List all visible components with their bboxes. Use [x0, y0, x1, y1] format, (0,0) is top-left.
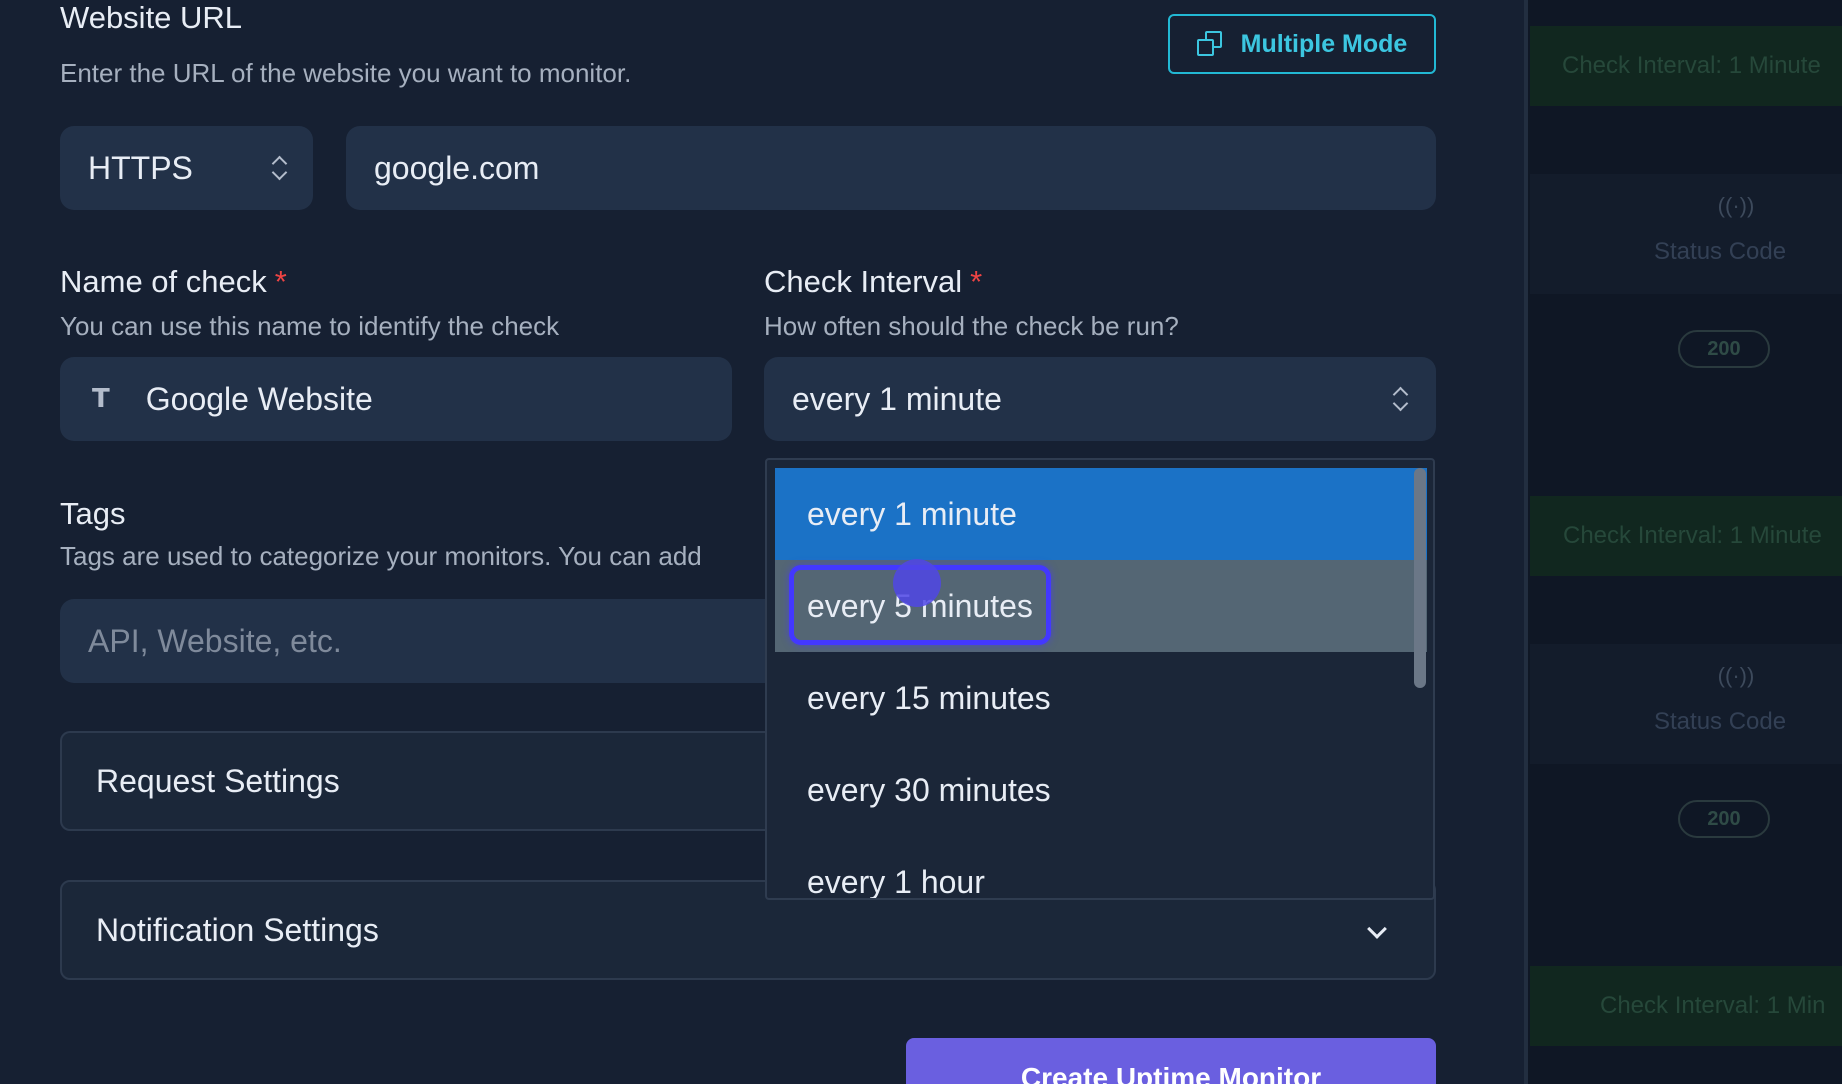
- check-interval-select[interactable]: every 1 minute: [764, 357, 1436, 441]
- chevron-up-down-icon: [271, 155, 287, 181]
- status-card: [1530, 174, 1842, 294]
- multiple-mode-label: Multiple Mode: [1240, 29, 1408, 58]
- status-badge: 200: [1678, 800, 1770, 838]
- banner-text: Check Interval: 1 Minute: [1562, 52, 1821, 79]
- monitor-preview-panel: Check Interval: 1 Minute ((·)) Status Co…: [1528, 0, 1842, 1084]
- chevron-down-icon: [1367, 919, 1387, 939]
- name-of-check-value: Google Website: [145, 380, 373, 417]
- check-interval-banner: Check Interval: 1 Min: [1530, 966, 1842, 1046]
- tags-description: Tags are used to categorize your monitor…: [60, 541, 702, 571]
- create-uptime-monitor-button[interactable]: Create Uptime Monitor: [906, 1038, 1436, 1084]
- chevron-up-down-icon: [1392, 386, 1408, 412]
- check-interval-banner: Check Interval: 1 Minute: [1530, 26, 1842, 106]
- required-mark: *: [970, 264, 983, 299]
- option-label: every 1 hour: [807, 863, 985, 900]
- tags-input[interactable]: API, Website, etc.: [60, 599, 765, 683]
- tags-placeholder: API, Website, etc.: [88, 622, 342, 659]
- status-card: [1530, 644, 1842, 764]
- request-settings-toggle[interactable]: Request Settings: [60, 731, 766, 831]
- protocol-value: HTTPS: [88, 149, 193, 186]
- tags-label: Tags: [60, 496, 126, 531]
- banner-text: Check Interval: 1 Min: [1600, 992, 1826, 1019]
- cursor-indicator: [893, 559, 941, 607]
- website-url-description: Enter the URL of the website you want to…: [60, 58, 632, 88]
- required-mark: *: [274, 264, 287, 299]
- check-interval-dropdown[interactable]: every 1 minute every 5 minutes every 15 …: [765, 458, 1435, 900]
- status-code-label: Status Code: [1654, 238, 1787, 265]
- interval-option-1-hour[interactable]: every 1 hour: [775, 836, 1427, 900]
- check-interval-label-text: Check Interval: [764, 264, 963, 299]
- name-of-check-description: You can use this name to identify the ch…: [60, 311, 560, 341]
- status-code-label: Status Code: [1654, 708, 1787, 735]
- option-label: every 15 minutes: [807, 679, 1051, 716]
- name-of-check-label: Name of check *: [60, 264, 287, 300]
- check-interval-value: every 1 minute: [792, 380, 1002, 417]
- check-interval-label: Check Interval *: [764, 264, 982, 300]
- create-uptime-monitor-label: Create Uptime Monitor: [1020, 1062, 1322, 1084]
- name-of-check-label-text: Name of check: [60, 264, 267, 299]
- notification-settings-label: Notification Settings: [96, 911, 379, 948]
- status-badge: 200: [1678, 330, 1770, 368]
- banner-text: Check Interval: 1 Minute: [1563, 522, 1822, 549]
- interval-option-30-minutes[interactable]: every 30 minutes: [775, 744, 1427, 836]
- url-value: google.com: [374, 149, 540, 186]
- interval-option-15-minutes[interactable]: every 15 minutes: [775, 652, 1427, 744]
- request-settings-label: Request Settings: [96, 762, 340, 799]
- signal-icon: ((·)): [1717, 193, 1755, 218]
- text-icon: T: [92, 384, 110, 414]
- copy-icon: [1196, 31, 1223, 57]
- url-input[interactable]: google.com: [346, 126, 1436, 210]
- option-label: every 30 minutes: [807, 771, 1051, 808]
- option-label: every 1 minute: [807, 495, 1017, 532]
- check-interval-description: How often should the check be run?: [764, 311, 1179, 341]
- check-interval-banner: Check Interval: 1 Minute: [1530, 496, 1842, 576]
- signal-icon: ((·)): [1717, 663, 1755, 688]
- protocol-select[interactable]: HTTPS: [60, 126, 313, 210]
- name-of-check-input[interactable]: T Google Website: [60, 357, 732, 441]
- multiple-mode-button[interactable]: Multiple Mode: [1168, 14, 1436, 74]
- dropdown-scrollbar[interactable]: [1414, 468, 1426, 688]
- interval-option-1-minute[interactable]: every 1 minute: [775, 468, 1427, 560]
- website-url-label: Website URL: [60, 0, 243, 35]
